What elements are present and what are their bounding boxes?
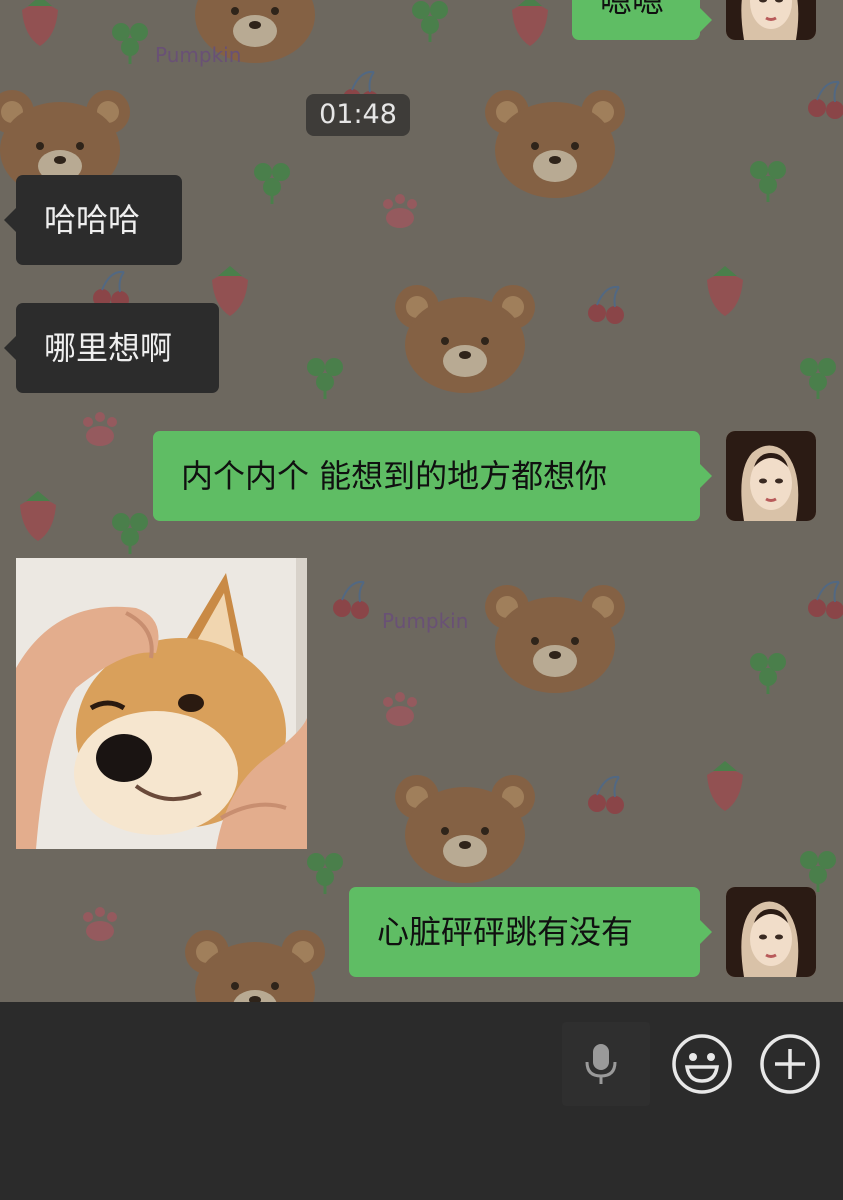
dog-sticker[interactable] bbox=[16, 558, 307, 849]
message-text: 心脏砰砰跳有没有 bbox=[377, 913, 634, 951]
message-text: 嗯嗯 bbox=[600, 0, 665, 20]
self-avatar[interactable] bbox=[726, 431, 816, 521]
message-bubble-out[interactable]: 心脏砰砰跳有没有 bbox=[349, 887, 712, 977]
message-text: 内个内个 能想到的地方都想你 bbox=[181, 457, 608, 495]
message-bubble-in[interactable]: 哪里想啊 bbox=[4, 303, 219, 393]
shiba-dog-image bbox=[16, 558, 307, 849]
self-avatar[interactable] bbox=[726, 0, 816, 40]
microphone-icon[interactable] bbox=[583, 1042, 619, 1090]
chat-area[interactable]: Pumpkin Pumpkin 嗯嗯 01:48 哈哈哈 哪里想啊 内个内个 能… bbox=[0, 0, 843, 1002]
message-bubble-out[interactable]: 嗯嗯 bbox=[572, 0, 712, 40]
plus-icon[interactable] bbox=[759, 1033, 821, 1099]
message-timestamp: 01:48 bbox=[306, 94, 410, 136]
message-text: 哪里想啊 bbox=[44, 329, 173, 367]
message-bubble-in[interactable]: 哈哈哈 bbox=[4, 175, 182, 265]
avatar-portrait bbox=[726, 887, 816, 977]
avatar-portrait bbox=[726, 431, 816, 521]
self-avatar[interactable] bbox=[726, 887, 816, 977]
message-text: 哈哈哈 bbox=[44, 201, 141, 239]
message-bubble-out[interactable]: 内个内个 能想到的地方都想你 bbox=[153, 431, 712, 521]
emoji-icon[interactable] bbox=[671, 1033, 733, 1099]
avatar-portrait bbox=[726, 0, 816, 40]
input-bar bbox=[0, 1002, 843, 1200]
